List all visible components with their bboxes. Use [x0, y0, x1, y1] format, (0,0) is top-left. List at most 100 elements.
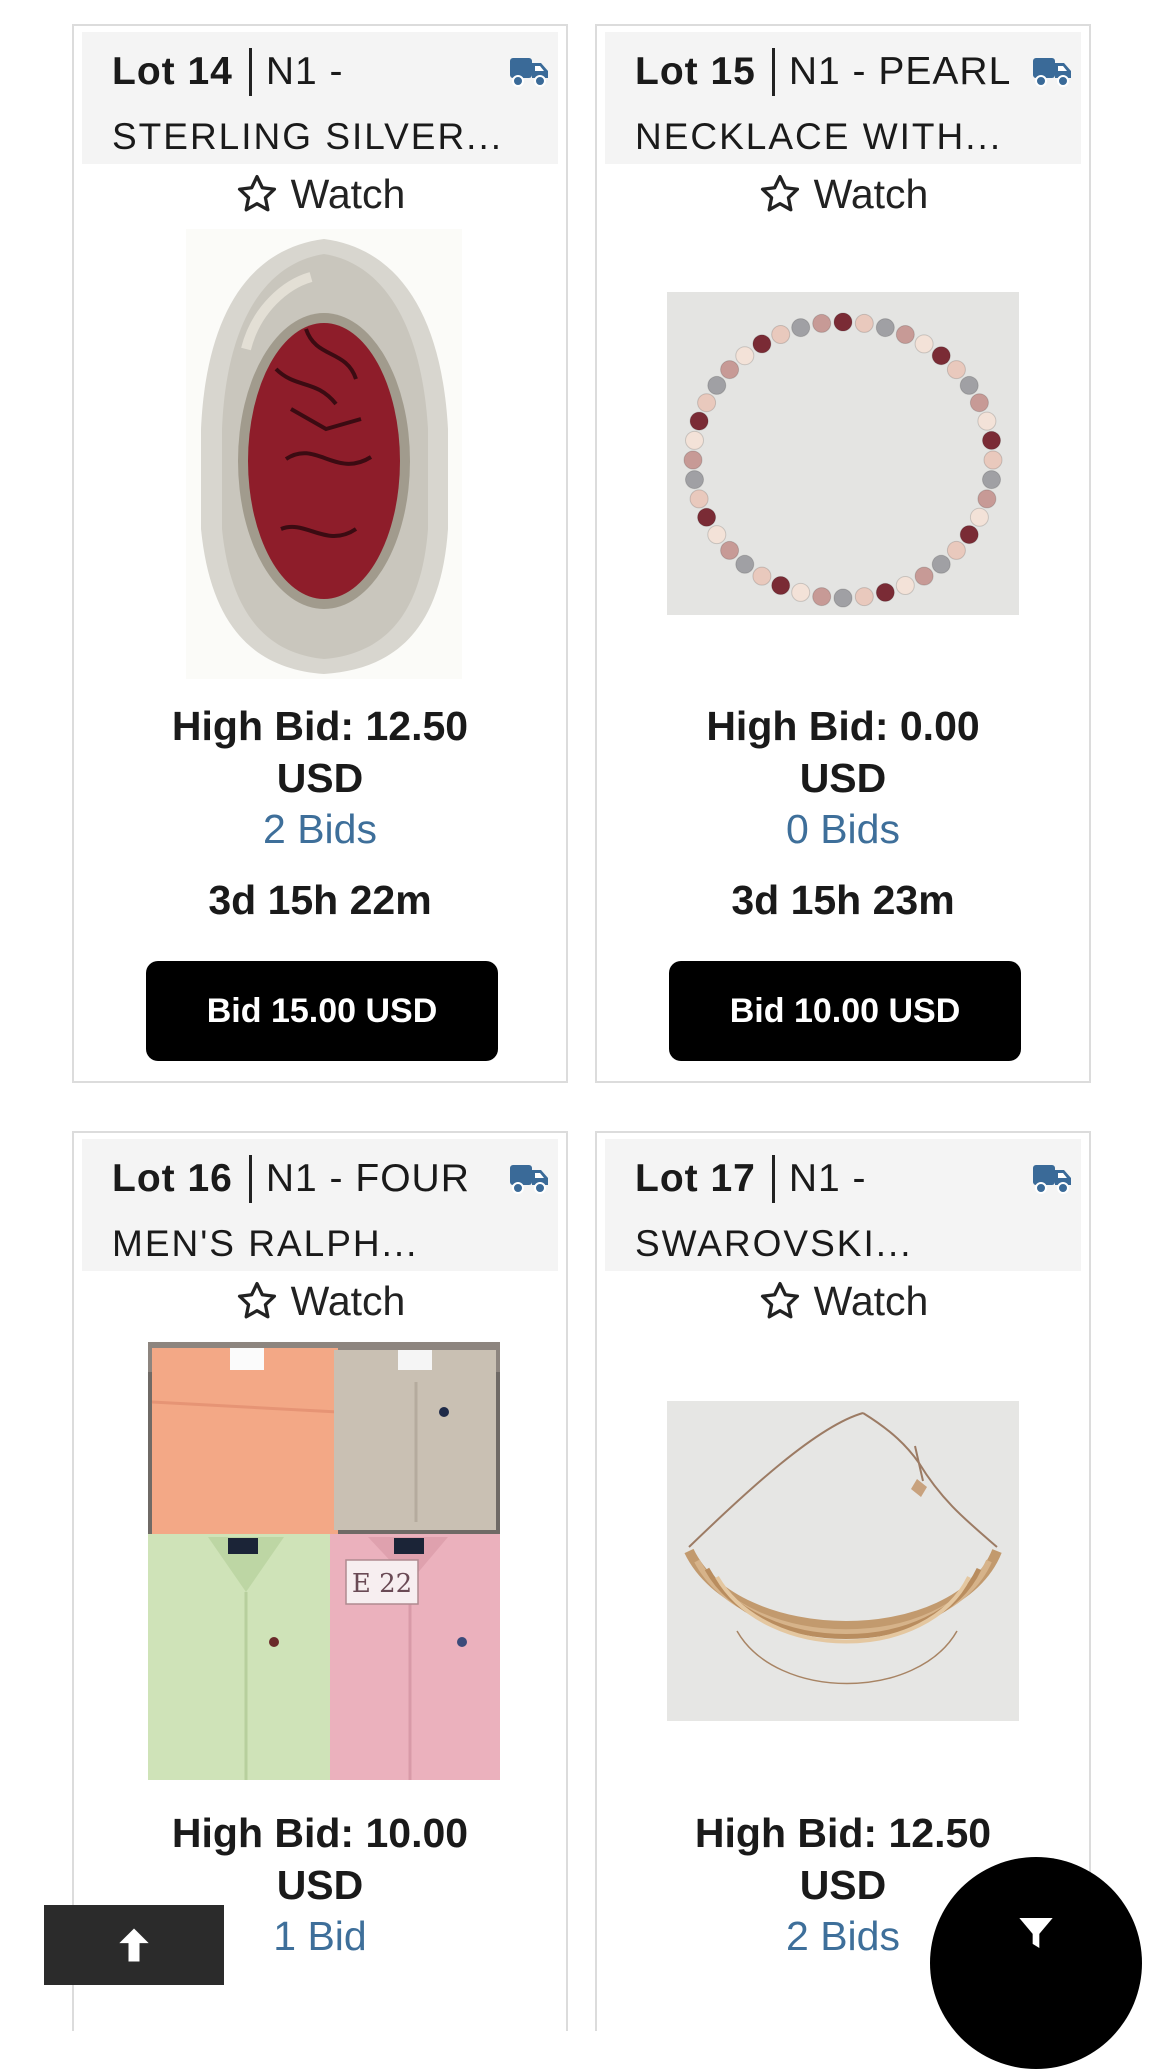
pearl-bead [735, 346, 755, 366]
lot-title-line2[interactable]: SWAROVSKI... [635, 1223, 913, 1265]
pearl-bead [914, 566, 934, 586]
watch-label: Watch [290, 170, 406, 217]
high-bid-amount: High Bid: 10.00 [171, 1810, 469, 1856]
high-bid-amount: High Bid: 12.50 [694, 1810, 992, 1856]
pearl-bead [946, 360, 966, 380]
pearl-bead [959, 375, 979, 395]
pearl-bead [931, 554, 951, 574]
pearl-bead [931, 346, 951, 366]
pearl-bead [812, 587, 832, 607]
time-remaining: 3d 15h 23m [731, 877, 955, 923]
lot-title-start: N1 - PEARL [788, 50, 1012, 93]
arrow-up-icon [119, 1928, 149, 1962]
title-divider [248, 48, 252, 96]
lot-header[interactable]: Lot 15 N1 - PEARL NECKLACE WITH... [605, 32, 1081, 164]
watch-button[interactable]: Watch [74, 1275, 566, 1327]
swarovski-necklace-image [667, 1401, 1019, 1721]
lot-photo-ring[interactable] [186, 229, 462, 679]
lot-title-line2[interactable]: STERLING SILVER... [112, 116, 503, 158]
watch-button[interactable]: Watch [597, 1275, 1089, 1327]
high-bid-currency: USD [276, 1862, 364, 1908]
lot-card: Lot 14 N1 - STERLING SILVER... Watch Hig… [72, 24, 568, 1083]
photo-tag-label: E 22 [352, 1569, 412, 1599]
pearl-bead [791, 318, 811, 338]
pearl-bead [982, 430, 1001, 450]
lot-header[interactable]: Lot 16 N1 - FOUR MEN'S RALPH... [82, 1139, 558, 1271]
truck-icon [510, 58, 548, 87]
watch-button[interactable]: Watch [597, 168, 1089, 220]
high-bid-amount: High Bid: 12.50 [171, 703, 469, 749]
lot-title-line1: Lot 17 N1 - [635, 1153, 867, 1205]
lot-title-line2[interactable]: MEN'S RALPH... [112, 1223, 418, 1265]
lot-title-line2[interactable]: NECKLACE WITH... [635, 116, 1002, 158]
pearl-bead [983, 450, 1003, 470]
lot-header[interactable]: Lot 17 N1 - SWAROVSKI... [605, 1139, 1081, 1271]
lot-photo-shirts[interactable]: E 22 [148, 1342, 500, 1780]
pearl-bead [875, 318, 895, 338]
high-bid-currency: USD [799, 755, 887, 801]
high-bid-currency: USD [276, 755, 364, 801]
lot-number: Lot 17 [635, 1157, 756, 1200]
star-outline-icon [237, 1281, 276, 1319]
pearl-bead [771, 576, 791, 595]
truck-icon [510, 1165, 548, 1194]
pearl-bead [697, 393, 717, 413]
filter-icon [1019, 1918, 1053, 1948]
pearl-bead [720, 360, 740, 380]
pearl-bead [689, 411, 709, 431]
pearl-bead [707, 525, 727, 545]
title-divider [248, 1155, 252, 1203]
lot-title-start: N1 - FOUR [265, 1157, 470, 1200]
pearl-bead [752, 566, 772, 586]
shirts-image: E 22 [148, 1342, 500, 1780]
lot-card: Lot 15 N1 - PEARL NECKLACE WITH... Watch… [595, 24, 1091, 1083]
filter-button[interactable] [930, 1857, 1142, 2069]
pearl-bead [752, 334, 772, 354]
lot-number: Lot 14 [112, 50, 233, 93]
lot-photo-swarovski-necklace[interactable] [667, 1401, 1019, 1721]
time-remaining: 3d 15h 22m [208, 877, 432, 923]
watch-label: Watch [290, 1277, 406, 1324]
pearl-bead [959, 525, 979, 545]
pearl-bead [875, 582, 895, 602]
truck-icon [1033, 58, 1071, 87]
pearl-bead [707, 375, 727, 395]
bid-button[interactable]: Bid 15.00 USD [146, 961, 498, 1061]
star-outline-icon [760, 174, 799, 212]
pearl-bead [895, 325, 915, 344]
scroll-to-top-button[interactable] [44, 1905, 224, 1985]
pearl-bead [982, 470, 1001, 490]
pearl-bead [895, 576, 915, 595]
truck-icon [1033, 1165, 1071, 1194]
pearl-bead [833, 312, 853, 332]
pearl-bead [697, 507, 717, 527]
star-outline-icon [760, 1281, 799, 1319]
lot-header[interactable]: Lot 14 N1 - STERLING SILVER... [82, 32, 558, 164]
lot-title-line1: Lot 15 N1 - PEARL [635, 46, 1011, 98]
pearl-bead [812, 313, 832, 333]
pearl-bead [977, 489, 997, 509]
pearl-necklace-image [667, 292, 1019, 615]
pearl-bead [685, 430, 704, 450]
pearl-bead [946, 540, 966, 560]
lot-number: Lot 16 [112, 1157, 233, 1200]
bid-button[interactable]: Bid 10.00 USD [669, 961, 1021, 1061]
pearl-bead [735, 554, 755, 574]
bid-count-link[interactable]: 0 Bids [597, 803, 1089, 855]
pearl-bead [683, 450, 703, 470]
pearl-bead [969, 393, 989, 413]
ring-image [186, 229, 462, 679]
lot-title-start: N1 - [265, 50, 344, 93]
lot-card: Lot 16 N1 - FOUR MEN'S RALPH... Watch E … [72, 1131, 568, 2031]
pearl-bead [977, 411, 997, 431]
pearl-bead [854, 587, 874, 607]
lot-photo-pearl-necklace[interactable] [667, 292, 1019, 615]
pearl-bead [833, 588, 853, 608]
high-bid-amount: High Bid: 0.00 [706, 703, 980, 749]
watch-button[interactable]: Watch [74, 168, 566, 220]
lot-number: Lot 15 [635, 50, 756, 93]
pearl-bead [854, 313, 874, 333]
bid-count-link[interactable]: 2 Bids [74, 803, 566, 855]
pearl-bead [771, 325, 791, 344]
lot-title-line1: Lot 16 N1 - FOUR [112, 1153, 470, 1205]
